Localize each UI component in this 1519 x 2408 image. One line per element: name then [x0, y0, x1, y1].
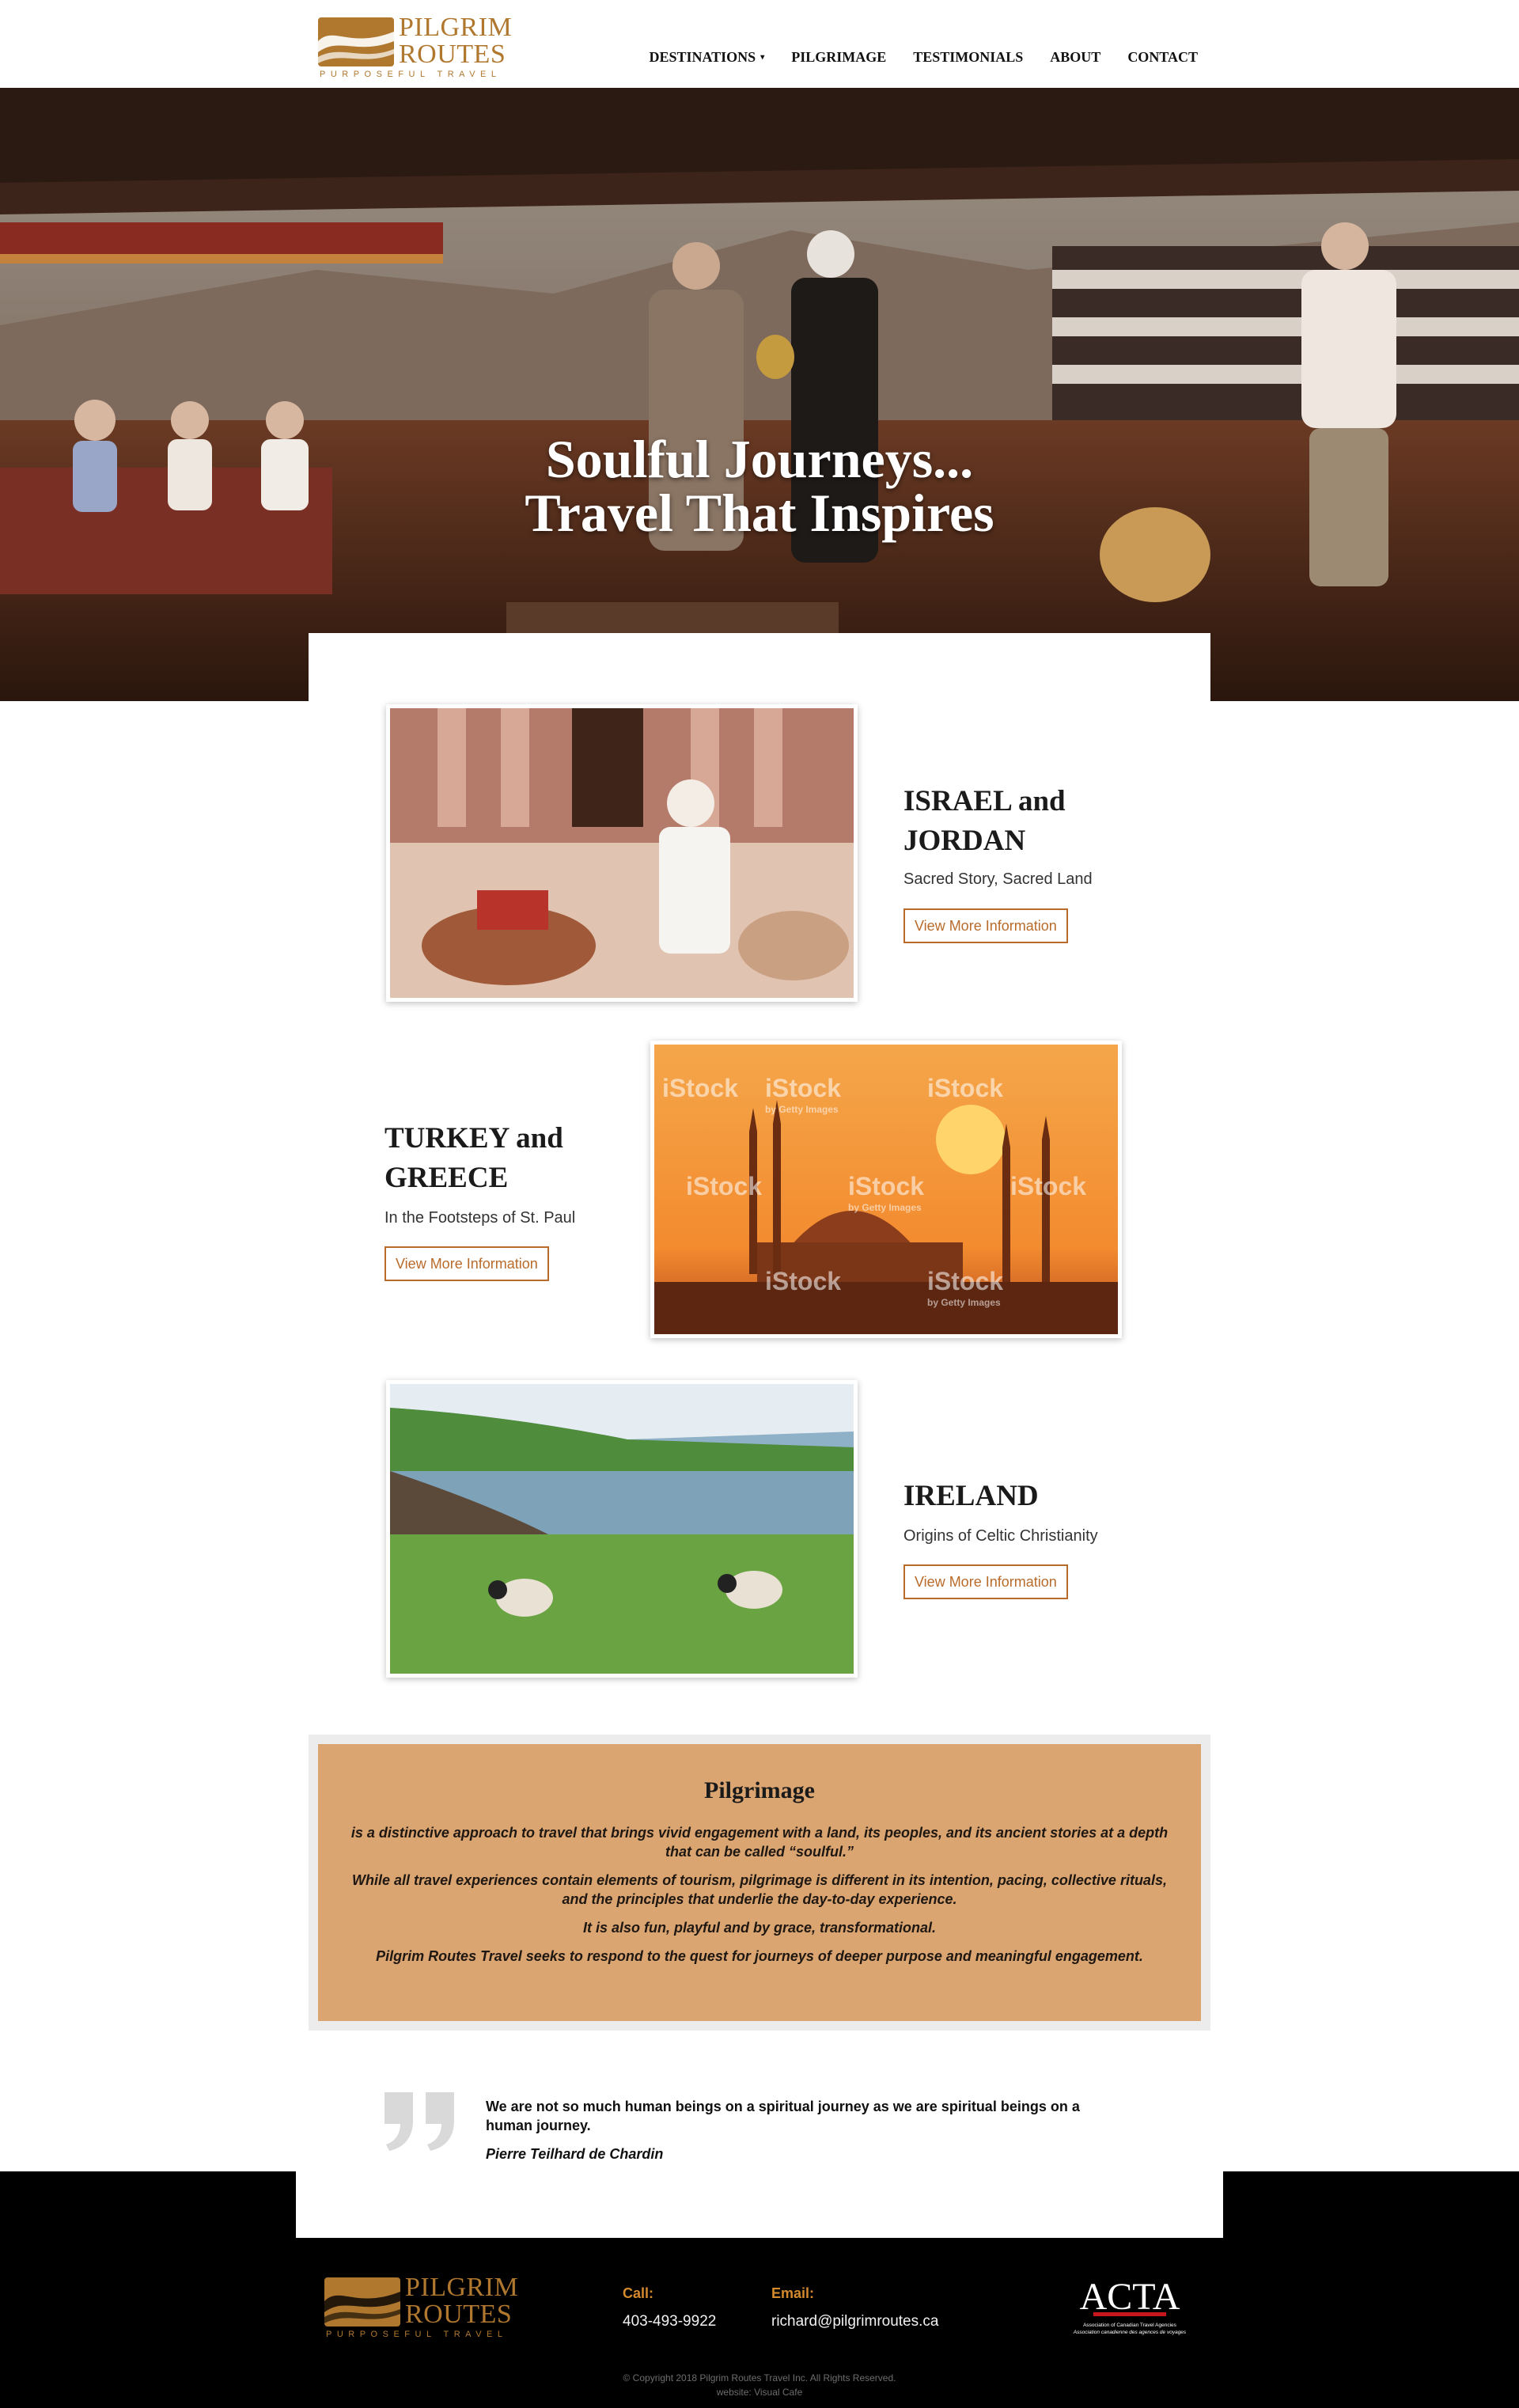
- ireland-photo[interactable]: [386, 1380, 858, 1678]
- ireland-image: [390, 1384, 854, 1674]
- pilgrimage-paragraph: It is also fun, playful and by grace, tr…: [582, 1920, 937, 1936]
- agta-logo-graphic: ACTA Association of Canadian Travel Agen…: [1073, 2276, 1187, 2335]
- watermark-text: iStock: [765, 1267, 841, 1295]
- hero-headline-line1: Soulful Journeys...: [545, 429, 974, 489]
- footer-logo[interactable]: PILGRIM ROUTES PURPOSEFUL TRAVEL: [324, 2274, 530, 2342]
- quote-mark-icon: [384, 2092, 454, 2151]
- pilgrimage-text: is a distinctive approach to travel that…: [350, 1823, 1169, 1975]
- credit-link[interactable]: website: Visual Cafe: [0, 2385, 1519, 2399]
- watermark-text: iStock: [662, 1074, 738, 1102]
- footer-email-link[interactable]: richard@pilgrimroutes.ca: [771, 2313, 938, 2330]
- logo-tagline: PURPOSEFUL TRAVEL: [320, 70, 502, 79]
- pilgrimage-title: Pilgrimage: [704, 1777, 815, 1803]
- main-nav: DESTINATIONS ▾ PILGRIMAGE TESTIMONIALS A…: [649, 49, 1198, 66]
- nav-destinations[interactable]: DESTINATIONS ▾: [649, 49, 764, 66]
- footer-logo-line1: PILGRIM: [405, 2273, 519, 2302]
- footer-phone-link[interactable]: 403-493-9922: [623, 2313, 716, 2330]
- israel-jordan-title-line2: JORDAN: [903, 825, 1026, 857]
- pilgrimage-paragraph: is a distinctive approach to travel that…: [350, 1825, 1169, 1860]
- israel-jordan-image: [390, 708, 854, 998]
- footer-logo-line2: ROUTES: [405, 2300, 513, 2329]
- site-logo[interactable]: PILGRIM ROUTES PURPOSEFUL TRAVEL: [318, 14, 524, 82]
- logo-wordmark: PILGRIM ROUTES: [399, 14, 512, 68]
- israel-jordan-photo[interactable]: [386, 704, 858, 1002]
- watermark-subtext: by Getty Images: [927, 1297, 1001, 1308]
- ireland-title: IRELAND: [903, 1477, 1141, 1516]
- footer-logo-wordmark: PILGRIM ROUTES: [405, 2274, 518, 2328]
- pilgrimage-section: Pilgrimage is a distinctive approach to …: [309, 1735, 1210, 2031]
- israel-jordan-subtitle: Sacred Story, Sacred Land: [903, 870, 1093, 888]
- watermark-text: iStock: [686, 1172, 762, 1200]
- footer-call-label: Call:: [623, 2285, 654, 2301]
- hero-headline-line2: Travel That Inspires: [525, 483, 994, 543]
- agta-logo-text: ACTA: [1080, 2276, 1180, 2318]
- ireland-subtitle: Origins of Celtic Christianity: [903, 1527, 1098, 1545]
- watermark-text: iStock: [765, 1074, 841, 1102]
- chevron-down-icon: ▾: [760, 53, 765, 62]
- logo-mark-icon: [324, 2277, 400, 2326]
- turkey-greece-photo[interactable]: iStock iStock iStock iStock iStock iStoc…: [650, 1041, 1122, 1338]
- hero-banner: Soulful Journeys... Travel That Inspires: [0, 88, 1519, 701]
- pilgrimage-paragraph: Pilgrim Routes Travel seeks to respond t…: [376, 1948, 1143, 1964]
- footer-email: Email: richard@pilgrimroutes.ca: [771, 2285, 938, 2330]
- watermark-subtext: by Getty Images: [765, 1104, 839, 1115]
- logo-line2: ROUTES: [399, 40, 506, 69]
- logo-line1: PILGRIM: [399, 13, 513, 42]
- agta-logo[interactable]: ACTA Association of Canadian Travel Agen…: [1068, 2273, 1191, 2339]
- turkey-greece-more-button[interactable]: View More Information: [384, 1246, 549, 1281]
- watermark-text: iStock: [927, 1074, 1003, 1102]
- ireland-more-button[interactable]: View More Information: [903, 1564, 1068, 1599]
- israel-jordan-more-button[interactable]: View More Information: [903, 908, 1068, 943]
- content-panel-top: [309, 633, 1210, 701]
- watermark-subtext: by Getty Images: [848, 1202, 922, 1213]
- footer-email-label: Email:: [771, 2285, 815, 2301]
- footer-call: Call: 403-493-9922: [623, 2285, 716, 2330]
- ireland-title-line1: IRELAND: [903, 1480, 1039, 1512]
- israel-jordan-title-line1: ISRAEL and: [903, 785, 1066, 817]
- agta-subtitle-en: Association of Canadian Travel Agencies: [1083, 2323, 1177, 2328]
- turkey-greece-title-line1: TURKEY and: [384, 1122, 563, 1155]
- nav-pilgrimage[interactable]: PILGRIMAGE: [791, 49, 886, 66]
- quote-author: Pierre Teilhard de Chardin: [486, 2146, 664, 2162]
- pilgrimage-paragraph: While all travel experiences contain ele…: [352, 1872, 1167, 1907]
- quote-text: We are not so much human beings on a spi…: [486, 2099, 1080, 2133]
- hero-headline: Soulful Journeys... Travel That Inspires: [0, 432, 1519, 540]
- israel-jordan-title: ISRAEL and JORDAN: [903, 782, 1141, 861]
- nav-destinations-label: DESTINATIONS: [649, 49, 756, 65]
- site-header: PILGRIM ROUTES PURPOSEFUL TRAVEL DESTINA…: [0, 0, 1519, 88]
- copyright-text: © Copyright 2018 Pilgrim Routes Travel I…: [623, 2372, 896, 2383]
- turkey-greece-title: TURKEY and GREECE: [384, 1119, 622, 1198]
- turkey-greece-subtitle: In the Footsteps of St. Paul: [384, 1209, 576, 1227]
- agta-subtitle-fr: Association canadienne des agences de vo…: [1073, 2330, 1187, 2335]
- pilgrimage-box: Pilgrimage is a distinctive approach to …: [318, 1744, 1201, 2021]
- nav-contact[interactable]: CONTACT: [1127, 49, 1198, 66]
- hero-image: [0, 88, 1519, 701]
- nav-about[interactable]: ABOUT: [1050, 49, 1100, 66]
- footer-logo-tagline: PURPOSEFUL TRAVEL: [326, 2330, 508, 2339]
- watermark-text: iStock: [848, 1172, 924, 1200]
- turkey-greece-image: iStock iStock iStock iStock iStock iStoc…: [654, 1045, 1118, 1334]
- watermark-text: iStock: [1010, 1172, 1086, 1200]
- turkey-greece-title-line2: GREECE: [384, 1162, 509, 1194]
- logo-mark-icon: [318, 17, 394, 66]
- nav-testimonials[interactable]: TESTIMONIALS: [913, 49, 1023, 66]
- footer-copyright: © Copyright 2018 Pilgrim Routes Travel I…: [0, 2371, 1519, 2399]
- watermark-text: iStock: [927, 1267, 1003, 1295]
